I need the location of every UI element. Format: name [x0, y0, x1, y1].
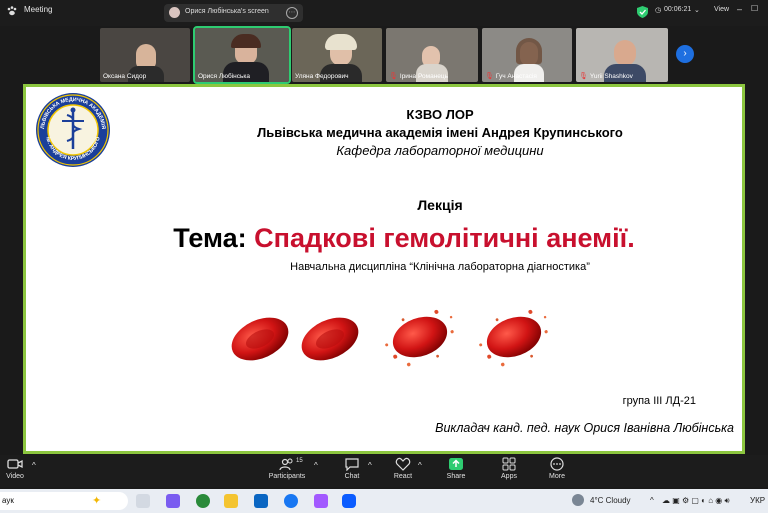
participant-name: Орися Любінська: [198, 73, 251, 80]
screen-share-indicator[interactable]: Орися Любінська's screen ⋯: [164, 4, 303, 22]
participant-hair: [231, 34, 261, 48]
task-view-icon[interactable]: [136, 494, 150, 508]
participant-count: 15: [296, 458, 303, 464]
mic-muted-icon: 🎙︎: [389, 73, 398, 80]
apps-grid-icon: [502, 457, 516, 471]
minimize-icon[interactable]: –: [737, 4, 742, 14]
react-button[interactable]: React: [390, 457, 416, 480]
department-name: Кафедра лабораторної медицини: [336, 143, 544, 158]
chevron-up-icon[interactable]: ^: [368, 461, 372, 470]
participant-video: [614, 40, 636, 66]
video-label: Video: [6, 473, 24, 480]
more-icon: [550, 457, 564, 471]
chevron-up-icon[interactable]: ^: [314, 461, 318, 470]
participant-tile[interactable]: 🎙︎ Гуч Анастасія: [482, 28, 572, 82]
chevron-up-icon[interactable]: ^: [32, 461, 36, 470]
lecture-label: Лекція: [417, 197, 463, 213]
participant-name: Уляна Федорович: [295, 73, 349, 80]
language-indicator[interactable]: УКР: [750, 496, 765, 505]
chat-button[interactable]: Chat: [340, 457, 364, 480]
chevron-up-icon[interactable]: ^: [650, 496, 654, 505]
participant-name: 🎙︎ Ірина Романець: [389, 73, 449, 80]
topic-title: Спадкові гемолітичні анемії.: [254, 223, 635, 253]
participant-tile[interactable]: 🎙︎ Yurii Shashkov: [576, 28, 668, 82]
participant-tile[interactable]: Уляна Федорович: [292, 28, 382, 82]
more-label: More: [549, 473, 565, 480]
apps-label: Apps: [501, 473, 517, 480]
red-blood-cells-illustration: [231, 309, 548, 367]
participant-tile[interactable]: Оксана Сидор: [100, 28, 190, 82]
video-button[interactable]: Video: [4, 457, 26, 480]
weather-icon[interactable]: [572, 494, 584, 506]
discipline-name: Навчальна дисципліна “Клінічна лаборатор…: [290, 261, 590, 273]
mail-icon[interactable]: [254, 494, 268, 508]
participant-name: 🎙︎ Yurii Shashkov: [579, 73, 633, 80]
participant-hair: [516, 38, 542, 64]
participant-tile-active[interactable]: Орися Любінська: [193, 26, 291, 84]
participant-name: Оксана Сидор: [103, 73, 147, 80]
org-abbreviation: КЗВО ЛОР: [406, 107, 474, 122]
taskbar-search[interactable]: аук ✦: [0, 492, 128, 510]
chat-label: Chat: [344, 473, 360, 480]
participant-tile[interactable]: 🎙︎ Ірина Романець: [386, 28, 478, 82]
app-icon[interactable]: [314, 494, 328, 508]
share-screen-icon: [449, 458, 463, 470]
chevron-up-icon[interactable]: ^: [418, 461, 422, 470]
shield-check-icon[interactable]: [637, 6, 648, 18]
search-text: аук: [2, 496, 14, 505]
chat-icon: [345, 458, 359, 471]
react-label: React: [393, 473, 413, 480]
windows-taskbar: аук ✦ 4°C Cloudy ^ ☁ ▣ ⚙ ▢ ◐ ⌂ ◉ 🔊︎ УКР: [0, 489, 768, 513]
copilot-icon[interactable]: [166, 494, 180, 508]
lecturer-name: Викладач канд. пед. наук Орися Іванівна …: [435, 421, 734, 435]
chevron-down-icon[interactable]: ⌄: [694, 6, 700, 14]
maximize-icon[interactable]: ☐: [751, 4, 758, 13]
lecture-topic: Тема: Спадкові гемолітичні анемії.: [46, 223, 742, 254]
system-tray-icons[interactable]: ☁ ▣ ⚙ ▢ ◐ ⌂ ◉ 🔊︎: [662, 496, 730, 506]
meeting-timer: 00:06:21: [664, 6, 692, 13]
apps-button[interactable]: Apps: [498, 457, 520, 480]
chrome-icon[interactable]: [196, 494, 210, 508]
weather-text[interactable]: 4°C Cloudy: [590, 496, 631, 505]
participants-icon: [279, 458, 293, 471]
topic-prefix: Тема:: [173, 223, 255, 253]
facebook-icon[interactable]: [284, 494, 298, 508]
zoom-icon[interactable]: [342, 494, 356, 508]
share-button[interactable]: Share: [444, 457, 468, 480]
video-camera-icon: [7, 459, 23, 469]
mic-muted-icon: 🎙︎: [579, 73, 588, 80]
clock-icon: ◷: [655, 7, 662, 14]
shared-slide: ЛЬВІВСЬКА МЕДИЧНА АКАДЕМІЯ ім. АНДРЕЯ КР…: [23, 84, 745, 454]
heart-icon: [395, 457, 411, 471]
paw-icon: [7, 6, 17, 16]
participant-hair: [325, 34, 357, 50]
next-page-button[interactable]: ›: [676, 45, 694, 63]
avatar: [169, 7, 180, 18]
sparkle-icon: ✦: [92, 495, 102, 507]
meeting-toolbar: Video ^ Participants 15 ^ Chat ^ React ^…: [0, 455, 768, 487]
academy-name: Львівська медична академія імені Андрея …: [257, 125, 623, 140]
share-label: Share: [446, 473, 466, 480]
view-button[interactable]: View: [714, 6, 729, 13]
file-explorer-icon[interactable]: [224, 494, 238, 508]
top-bar: Meeting Орися Любінська's screen ⋯ ◷ 00:…: [0, 0, 768, 26]
meeting-label: Meeting: [24, 5, 53, 14]
student-group: група ІІІ ЛД-21: [622, 395, 696, 407]
more-options-icon[interactable]: ⋯: [286, 7, 298, 19]
share-label: Орися Любінська's screen: [185, 8, 269, 15]
more-button[interactable]: More: [546, 457, 568, 480]
mic-muted-icon: 🎙︎: [485, 73, 494, 80]
participant-name: 🎙︎ Гуч Анастасія: [485, 73, 537, 80]
participants-label: Participants: [268, 473, 306, 480]
